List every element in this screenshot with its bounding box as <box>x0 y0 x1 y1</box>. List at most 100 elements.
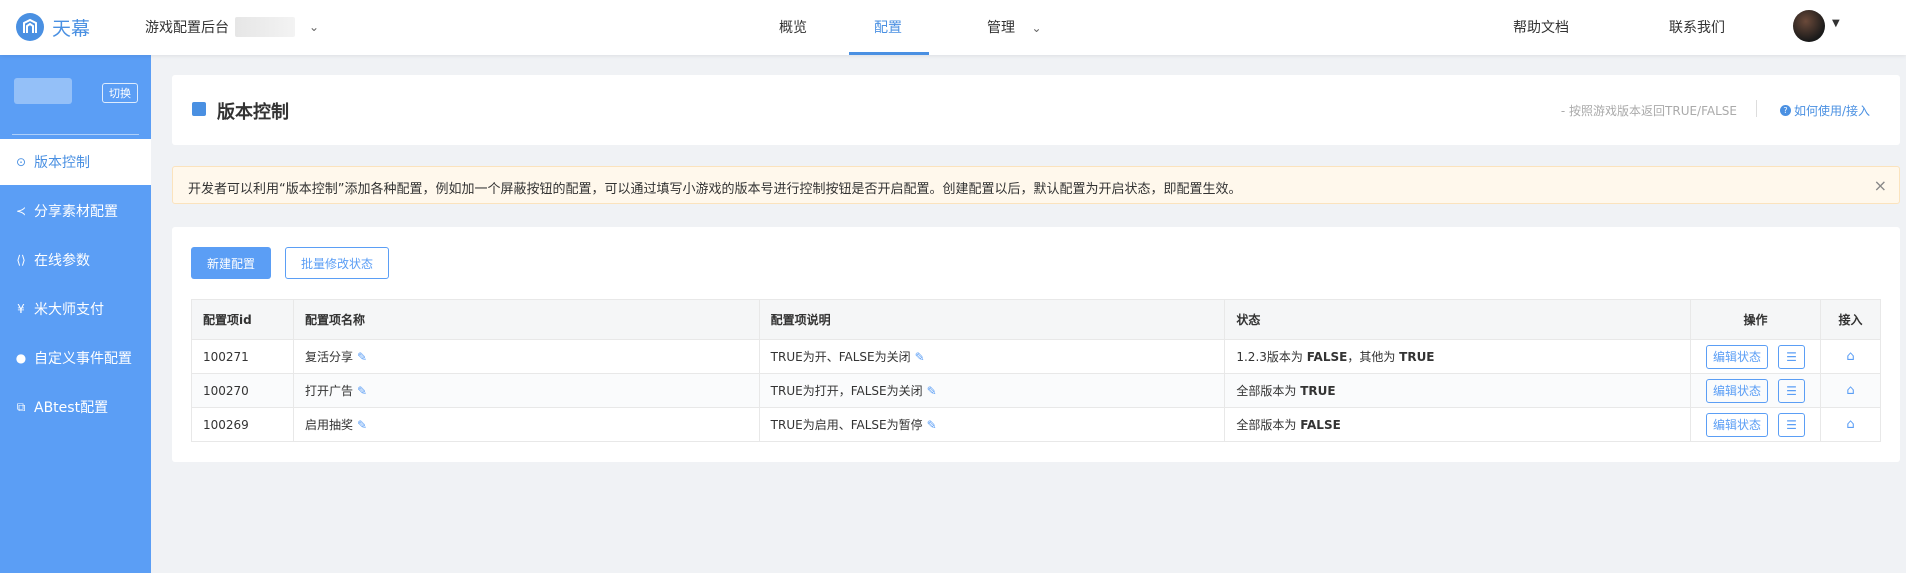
config-desc: TRUE为开、FALSE为关闭 <box>770 350 911 364</box>
status-value: FALSE <box>1300 418 1341 432</box>
config-table: 配置项id 配置项名称 配置项说明 状态 操作 接入 100271 复活分享 ✎ … <box>191 299 1881 442</box>
divider <box>1756 100 1757 117</box>
cell-id: 100270 <box>191 373 294 408</box>
edit-pencil-icon[interactable]: ✎ <box>915 350 925 364</box>
nav-active-indicator <box>849 52 929 55</box>
sidebar-item-share-assets[interactable]: ≺ 分享素材配置 <box>0 188 151 234</box>
status-mid: ，其他为 <box>1347 350 1400 364</box>
status-prefix: 全部版本为 <box>1236 418 1301 432</box>
table-row: 100270 打开广告 ✎ TRUE为打开，FALSE为关闭 ✎ 全部版本为 TRU… <box>191 373 1881 408</box>
app-name-redacted <box>14 78 72 104</box>
yen-icon: ¥ <box>17 302 25 316</box>
status-prefix: 全部版本为 <box>1236 384 1301 398</box>
col-header-name: 配置项名称 <box>292 299 760 340</box>
cell-name: 复活分享 ✎ <box>292 339 760 374</box>
sidebar-item-midas-pay[interactable]: ¥ 米大师支付 <box>0 286 151 332</box>
sidebar-item-online-params[interactable]: ⟨⟩ 在线参数 <box>0 237 151 283</box>
cell-access: ⌂ <box>1820 373 1881 408</box>
edit-status-button[interactable]: 编辑状态 <box>1706 412 1769 437</box>
edit-pencil-icon[interactable]: ✎ <box>357 418 367 432</box>
table-header-row: 配置项id 配置项名称 配置项说明 状态 操作 接入 <box>191 299 1881 340</box>
nav-overview[interactable]: 概览 <box>779 17 807 37</box>
config-name: 复活分享 <box>304 350 353 364</box>
user-avatar[interactable] <box>1793 10 1825 42</box>
new-config-button[interactable]: 新建配置 <box>191 247 271 279</box>
title-marker <box>192 102 206 116</box>
cell-access: ⌂ <box>1820 407 1881 442</box>
event-icon: ● <box>15 351 27 365</box>
top-navigation-bar: 天幕 游戏配置后台 ⌄ 概览 配置 管理 ⌄ 帮助文档 联系我们 ▼ <box>0 0 1906 55</box>
sidebar-item-custom-events[interactable]: ● 自定义事件配置 <box>0 335 151 381</box>
inbox-icon[interactable]: ⌂ <box>1846 383 1854 398</box>
copy-icon: ⧉ <box>16 399 26 414</box>
switch-app-button[interactable]: 切换 <box>102 83 138 103</box>
edit-pencil-icon[interactable]: ✎ <box>357 350 367 364</box>
inbox-icon[interactable]: ⌂ <box>1846 417 1854 432</box>
page-hint: - 按照游戏版本返回TRUE/FALSE <box>1560 104 1737 118</box>
edit-pencil-icon[interactable]: ✎ <box>927 418 937 432</box>
list-icon[interactable]: ☰ <box>1778 412 1806 437</box>
cell-access: ⌂ <box>1820 339 1881 374</box>
cell-actions: 编辑状态 ☰ <box>1690 407 1821 442</box>
share-icon: ≺ <box>15 204 27 218</box>
chevron-down-icon: ⌄ <box>1031 21 1042 35</box>
sidebar-item-label: 分享素材配置 <box>34 204 118 220</box>
sidebar-item-abtest[interactable]: ⧉ ABtest配置 <box>0 384 151 430</box>
brand-name: 天幕 <box>52 17 91 40</box>
page-title: 版本控制 <box>217 102 289 123</box>
sidebar-item-label: 米大师支付 <box>34 302 104 318</box>
cell-desc: TRUE为启用、FALSE为暂停 ✎ <box>758 407 1226 442</box>
batch-edit-status-button[interactable]: 批量修改状态 <box>285 247 389 279</box>
question-icon: ? <box>1779 105 1791 116</box>
caret-down-icon[interactable]: ▼ <box>1832 18 1840 29</box>
col-header-actions: 操作 <box>1690 299 1821 340</box>
inbox-icon[interactable]: ⌂ <box>1846 349 1854 364</box>
col-header-id: 配置项id <box>191 299 294 340</box>
notice-text: 开发者可以利用“版本控制”添加各种配置，例如加一个屏蔽按钮的配置，可以通过填写小… <box>188 182 1242 197</box>
nav-config[interactable]: 配置 <box>874 17 902 37</box>
app-label: 游戏配置后台 <box>145 20 229 36</box>
logo-icon <box>16 13 44 41</box>
edit-pencil-icon[interactable]: ✎ <box>357 384 367 398</box>
app-selector[interactable]: 游戏配置后台 ⌄ <box>145 17 319 37</box>
edit-pencil-icon[interactable]: ✎ <box>927 384 937 398</box>
sidebar: 切换 ⊙ 版本控制 ≺ 分享素材配置 ⟨⟩ 在线参数 ¥ 米大师支付 ● 自定义… <box>0 55 151 573</box>
contact-us-link[interactable]: 联系我们 <box>1669 17 1725 37</box>
table-row: 100269 启用抽奖 ✎ TRUE为启用、FALSE为暂停 ✎ 全部版本为 FAL… <box>191 407 1881 442</box>
cell-id: 100269 <box>191 407 294 442</box>
col-header-access: 接入 <box>1820 299 1881 340</box>
sidebar-item-version-control[interactable]: ⊙ 版本控制 <box>0 139 151 185</box>
close-icon[interactable]: × <box>1874 176 1887 195</box>
app-name-redacted <box>235 17 295 37</box>
nav-manage-label: 管理 <box>987 20 1015 36</box>
sidebar-item-label: 在线参数 <box>34 253 90 269</box>
how-to-use-link[interactable]: ? 如何使用/接入 <box>1779 102 1870 119</box>
list-icon[interactable]: ☰ <box>1778 344 1806 369</box>
cell-status: 1.2.3版本为 FALSE，其他为 TRUE <box>1224 339 1692 374</box>
nav-manage[interactable]: 管理 ⌄ <box>987 17 1042 37</box>
edit-status-button[interactable]: 编辑状态 <box>1706 344 1769 369</box>
help-docs-link[interactable]: 帮助文档 <box>1513 17 1569 37</box>
list-icon[interactable]: ☰ <box>1778 378 1806 403</box>
status-value: TRUE <box>1300 384 1336 398</box>
config-desc: TRUE为打开，FALSE为关闭 <box>770 384 923 398</box>
chevron-down-icon: ⌄ <box>309 20 320 34</box>
sidebar-item-label: 自定义事件配置 <box>34 351 132 367</box>
status-prefix: 1.2.3版本为 <box>1236 350 1307 364</box>
edit-status-button[interactable]: 编辑状态 <box>1706 378 1769 403</box>
code-icon: ⟨⟩ <box>16 253 26 267</box>
brand-logo[interactable]: 天幕 <box>16 13 90 41</box>
check-circle-icon: ⊙ <box>15 155 27 169</box>
table-row: 100271 复活分享 ✎ TRUE为开、FALSE为关闭 ✎ 1.2.3版本为 F… <box>191 339 1881 374</box>
cell-actions: 编辑状态 ☰ <box>1690 339 1821 374</box>
cell-desc: TRUE为开、FALSE为关闭 ✎ <box>758 339 1226 374</box>
how-to-use-label: 如何使用/接入 <box>1793 104 1870 118</box>
sidebar-app-header: 切换 <box>12 75 139 135</box>
page-header-panel: 版本控制 - 按照游戏版本返回TRUE/FALSE ? 如何使用/接入 <box>172 75 1900 145</box>
sidebar-item-label: 版本控制 <box>34 155 90 171</box>
config-name: 启用抽奖 <box>304 418 353 432</box>
config-name: 打开广告 <box>304 384 353 398</box>
status-value-2: TRUE <box>1399 350 1435 364</box>
cell-status: 全部版本为 TRUE <box>1224 373 1692 408</box>
col-header-status: 状态 <box>1224 299 1692 340</box>
